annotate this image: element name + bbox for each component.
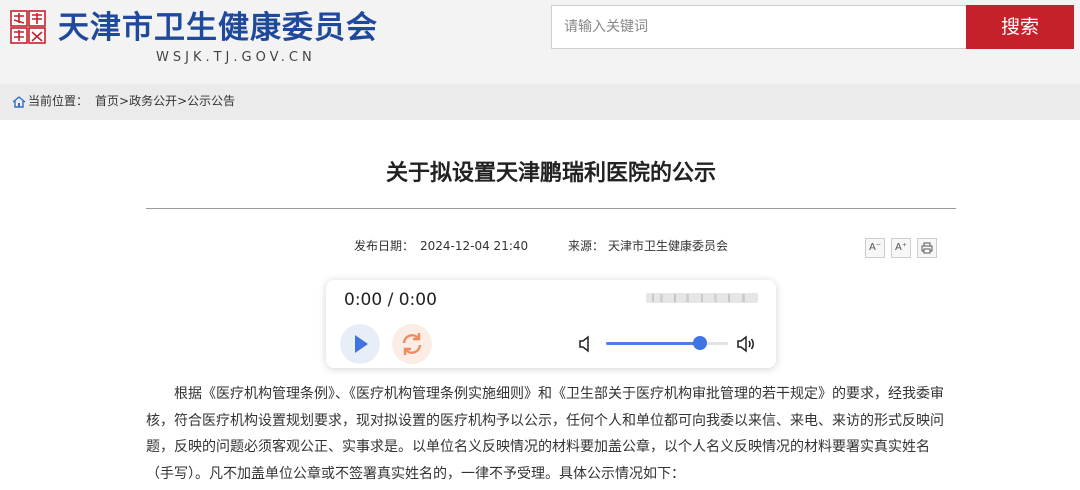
title-divider: [146, 208, 956, 209]
font-increase-button[interactable]: A⁺: [891, 238, 911, 258]
volume-slider[interactable]: [606, 336, 728, 350]
site-domain: WSJK.TJ.GOV.CN: [156, 50, 316, 65]
search-input[interactable]: [551, 5, 967, 49]
audio-player: 0:00 / 0:00: [326, 280, 776, 368]
article-title: 关于拟设置天津鹏瑞利医院的公示: [385, 161, 716, 186]
breadcrumb-announcements-link[interactable]: 公示公告: [187, 94, 235, 108]
play-icon: [355, 335, 368, 353]
publish-date: 2024-12-04 21:40: [420, 239, 529, 253]
breadcrumb: 首页>政务公开>公示公告: [95, 93, 235, 109]
home-icon: [12, 96, 26, 108]
blurred-text: [646, 293, 758, 303]
emblem-logo: [10, 10, 46, 44]
article-body: 根据《医疗机构管理条例》、《医疗机构管理条例实施细则》和《卫生部关于医疗机构审批…: [146, 381, 956, 487]
print-button[interactable]: [917, 238, 937, 258]
source-value: 天津市卫生健康委员会: [608, 239, 729, 253]
breadcrumb-home-link[interactable]: 首页: [95, 94, 119, 108]
volume-level: [606, 342, 700, 345]
play-button[interactable]: [340, 324, 380, 364]
breadcrumb-separator: >: [177, 94, 188, 108]
publish-date-label: 发布日期：: [354, 239, 415, 253]
source-label: 来源：: [568, 239, 605, 253]
volume-up-icon[interactable]: [736, 334, 756, 354]
volume-mute-icon[interactable]: [576, 334, 596, 354]
breadcrumb-separator: >: [119, 94, 130, 108]
loop-icon: [402, 333, 422, 355]
font-decrease-button[interactable]: A⁻: [865, 238, 885, 258]
breadcrumb-label: 当前位置：: [28, 94, 89, 108]
article-paragraph: 根据《医疗机构管理条例》、《医疗机构管理条例实施细则》和《卫生部关于医疗机构审批…: [146, 386, 944, 482]
printer-icon: [921, 242, 933, 254]
loop-button[interactable]: [392, 324, 432, 364]
search-button[interactable]: 搜索: [966, 5, 1074, 49]
site-title[interactable]: 天津市卫生健康委员会: [58, 6, 378, 50]
breadcrumb-public-affairs-link[interactable]: 政务公开: [129, 94, 177, 108]
playback-time: 0:00 / 0:00: [344, 290, 437, 310]
volume-handle[interactable]: [692, 336, 707, 350]
